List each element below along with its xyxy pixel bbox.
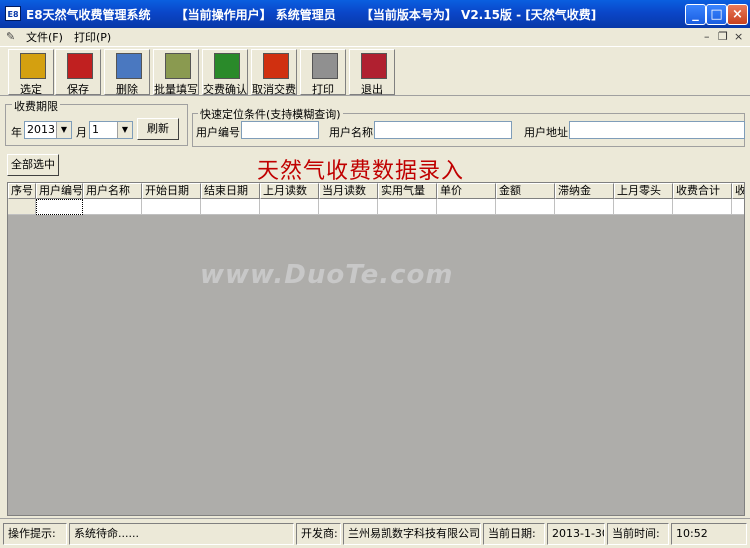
close-icon: × — [732, 7, 743, 22]
address-input[interactable] — [569, 121, 745, 139]
grid-cell[interactable] — [319, 199, 378, 215]
user-name-input[interactable] — [374, 121, 512, 139]
grid-cell[interactable] — [83, 199, 142, 215]
column-header[interactable]: 开始日期 — [142, 183, 201, 199]
toolbar-button-label: 打印 — [312, 83, 334, 96]
hint-label: 操作提示: — [3, 523, 67, 545]
toolbar-button-6[interactable]: 打印 — [300, 49, 346, 96]
grid-cell[interactable] — [378, 199, 437, 215]
window-title: E8天然气收费管理系统 【当前操作用户】 系统管理员 【当前版本号为】 V2.1… — [26, 8, 597, 22]
toolbar-button-label: 取消交费 — [252, 83, 296, 96]
date-label: 当前日期: — [483, 523, 545, 545]
year-select[interactable]: 2013 ▼ — [24, 121, 72, 139]
mdi-restore-button[interactable]: ❐ — [718, 30, 728, 43]
status-bar: 操作提示: 系统待命...... 开发商: 兰州易凯数字科技有限公司 当前日期:… — [0, 518, 750, 548]
grid-cell[interactable] — [8, 199, 36, 215]
chevron-down-icon[interactable]: ▼ — [56, 122, 71, 138]
check-icon — [20, 53, 46, 79]
mdi-child-icon[interactable]: ✎ — [6, 30, 15, 43]
grid-cell[interactable] — [555, 199, 614, 215]
month-select[interactable]: 1 ▼ — [89, 121, 133, 139]
printer-icon — [312, 53, 338, 79]
hint-value: 系统待命...... — [69, 523, 294, 545]
user-id-label: 用户编号 — [196, 126, 240, 139]
minimize-button[interactable]: _ — [685, 4, 706, 25]
title-bar[interactable]: E8 E8天然气收费管理系统 【当前操作用户】 系统管理员 【当前版本号为】 V… — [0, 0, 750, 28]
quick-search-legend: 快速定位条件(支持模糊查询) — [198, 106, 343, 122]
toolbar-button-label: 选定 — [20, 83, 42, 96]
column-header[interactable]: 结束日期 — [201, 183, 260, 199]
column-header[interactable]: 当月读数 — [319, 183, 378, 199]
toolbar-button-7[interactable]: 退出 — [349, 49, 395, 96]
save-icon — [67, 53, 93, 79]
column-header[interactable]: 收费合计 — [673, 183, 732, 199]
mdi-minimize-button[interactable]: – — [704, 30, 710, 43]
grid-cell[interactable] — [614, 199, 673, 215]
column-header[interactable]: 用户名称 — [83, 183, 142, 199]
toolbar-button-label: 交费确认 — [203, 83, 247, 96]
menu-print[interactable]: 打印(P) — [74, 29, 111, 45]
toolbar-button-label: 批量填写 — [154, 83, 198, 96]
date-value: 2013-1-30 — [547, 523, 605, 545]
toolbar-button-3[interactable]: 批量填写 — [153, 49, 199, 96]
toolbar-button-label: 保存 — [67, 83, 89, 96]
menu-file[interactable]: 文件(F) — [26, 29, 63, 45]
close-button[interactable]: × — [727, 4, 748, 25]
column-header[interactable]: 单价 — [437, 183, 496, 199]
toolbar: 选定 保存 删除 批量填写 交费确认 取消交费 打印 退出 — [0, 46, 750, 96]
toolbar-button-4[interactable]: 交费确认 — [202, 49, 248, 96]
app-icon[interactable]: E8 — [5, 6, 21, 21]
toolbar-button-2[interactable]: 删除 — [104, 49, 150, 96]
column-header[interactable]: 用户编号 — [36, 183, 83, 199]
maximize-icon: □ — [710, 7, 723, 22]
user-id-input[interactable] — [241, 121, 319, 139]
user-name-label: 用户名称 — [329, 126, 373, 139]
grid-cell[interactable] — [437, 199, 496, 215]
maximize-button[interactable]: □ — [706, 4, 727, 25]
grid-cell[interactable] — [36, 199, 83, 215]
grid-cell[interactable] — [142, 199, 201, 215]
grid-cell[interactable] — [732, 199, 744, 215]
toolbar-button-0[interactable]: 选定 — [8, 49, 54, 96]
page-title: 天然气收费数据录入 — [257, 159, 465, 184]
column-header[interactable]: 上月零头 — [614, 183, 673, 199]
refresh-button[interactable]: 刷新 — [137, 118, 179, 140]
column-header[interactable]: 上月读数 — [260, 183, 319, 199]
money-bag-icon — [214, 53, 240, 79]
watermark: www.DuoTe.com — [200, 260, 454, 290]
mdi-close-button[interactable]: × — [734, 30, 743, 43]
period-legend: 收费期限 — [12, 98, 60, 114]
data-grid[interactable]: 序号 用户编号 用户名称 开始日期 结束日期 上月读数 当月读数 实用气量 单价 金额 滞纳金 上月零… — [7, 182, 745, 516]
column-header[interactable]: 滞纳金 — [555, 183, 614, 199]
year-label: 年 — [11, 126, 22, 139]
address-label: 用户地址 — [524, 126, 568, 139]
select-all-button[interactable]: 全部选中 — [7, 154, 59, 176]
exit-door-icon — [361, 53, 387, 79]
developer-value: 兰州易凯数字科技有限公司 — [343, 523, 481, 545]
grid-cell[interactable] — [201, 199, 260, 215]
column-header[interactable]: 金额 — [496, 183, 555, 199]
chevron-down-icon[interactable]: ▼ — [117, 122, 132, 138]
year-value: 2013 — [27, 123, 55, 136]
grid-cell[interactable] — [496, 199, 555, 215]
column-header[interactable]: 序号 — [8, 183, 36, 199]
toolbar-button-1[interactable]: 保存 — [55, 49, 101, 96]
minimize-icon: _ — [692, 7, 699, 22]
time-value: 10:52 — [671, 523, 747, 545]
column-header[interactable]: 收 — [732, 183, 744, 199]
toolbar-button-label: 删除 — [116, 83, 138, 96]
grid-cell[interactable] — [673, 199, 732, 215]
developer-label: 开发商: — [296, 523, 341, 545]
grid-cell[interactable] — [260, 199, 319, 215]
batch-edit-icon — [165, 53, 191, 79]
column-header[interactable]: 实用气量 — [378, 183, 437, 199]
toolbar-button-5[interactable]: 取消交费 — [251, 49, 297, 96]
month-value: 1 — [92, 123, 99, 136]
time-label: 当前时间: — [607, 523, 669, 545]
recycle-bin-icon — [116, 53, 142, 79]
menu-bar: ✎ 文件(F) 打印(P) – ❐ × — [0, 28, 750, 46]
cancel-fire-icon — [263, 53, 289, 79]
toolbar-button-label: 退出 — [361, 83, 383, 96]
month-label: 月 — [76, 126, 87, 139]
